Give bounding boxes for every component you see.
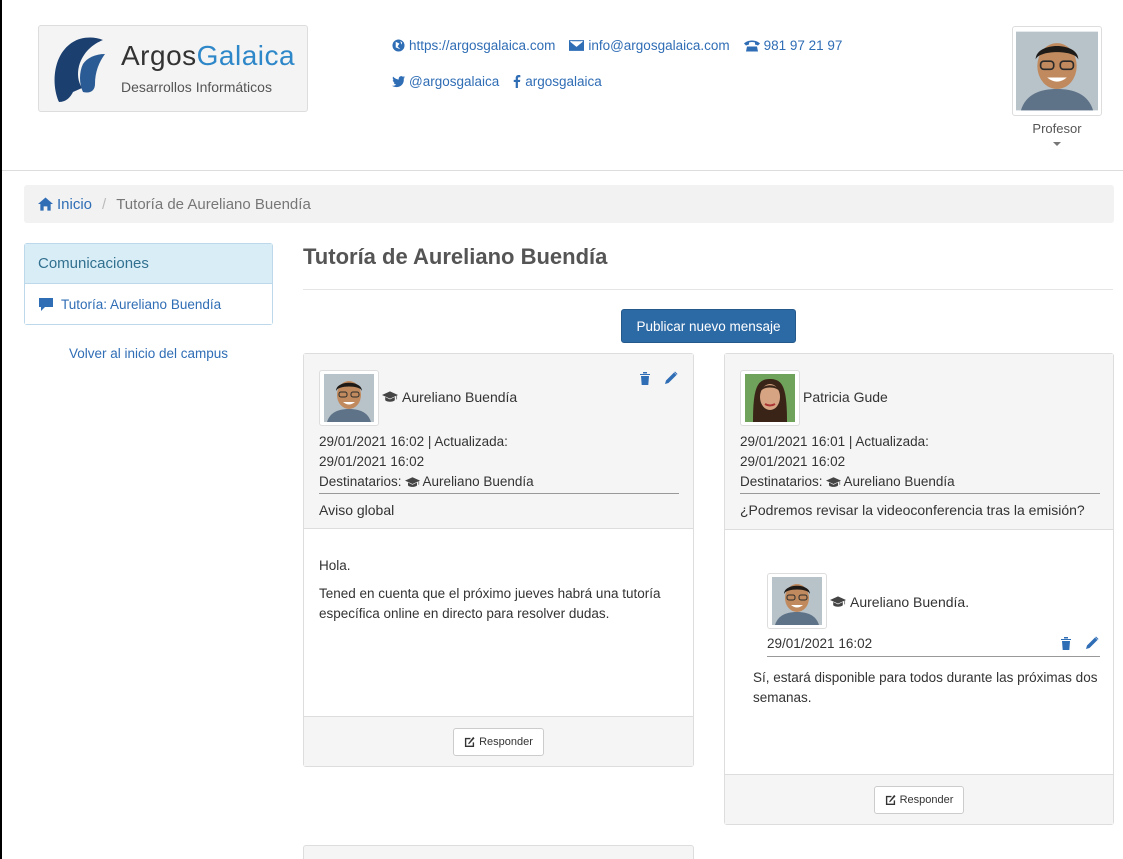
breadcrumb: Inicio / Tutoría de Aureliano Buendía: [24, 185, 1114, 223]
reply-tools: [1059, 636, 1099, 650]
email-link[interactable]: info@argosgalaica.com: [569, 38, 730, 53]
edit-square-icon: [464, 736, 475, 747]
phone-icon: [743, 40, 760, 51]
sidebar-panel: Comunicaciones Tutoría: Aureliano Buendí…: [24, 243, 273, 325]
message-header: Patricia Gude 29/01/2021 16:01 | Actuali…: [725, 354, 1113, 530]
facebook-icon: [514, 74, 521, 88]
logo-wordmark: ArgosGalaica: [121, 40, 296, 71]
twitter-icon: [392, 75, 405, 87]
message-updated: 29/01/2021 16:02: [319, 454, 425, 469]
page-title: Tutoría de Aureliano Buendía: [303, 244, 608, 269]
graduation-cap-icon: [830, 596, 846, 608]
message-footer: Responder: [304, 716, 693, 766]
chevron-down-icon[interactable]: [1053, 142, 1061, 146]
website-link[interactable]: https://argosgalaica.com: [392, 38, 555, 53]
message-card: Patricia Gude 29/01/2021 16:01 | Actuali…: [724, 353, 1114, 825]
site-header: ArgosGalaica Desarrollos Informáticos ht…: [2, 0, 1123, 171]
title-divider: [303, 289, 1113, 290]
trash-icon[interactable]: [638, 371, 652, 385]
message-tools: [638, 371, 678, 385]
reply-divider: [767, 656, 1100, 657]
facebook-link[interactable]: argosgalaica: [513, 74, 602, 89]
graduation-cap-icon: [382, 391, 398, 403]
message-body: Hola. Tened en cuenta que el próximo jue…: [319, 558, 661, 621]
message-author: Aureliano Buendía: [382, 389, 517, 405]
message-date: 29/01/2021 16:01 | Actualizada:: [740, 434, 929, 449]
message-card-partial: [303, 845, 694, 859]
message-subject: ¿Podremos revisar la videoconferencia tr…: [740, 502, 1085, 518]
author-avatar: [319, 370, 379, 426]
message-footer: Responder: [725, 774, 1113, 824]
message-date: 29/01/2021 16:02 | Actualizada:: [319, 434, 508, 449]
breadcrumb-home-link[interactable]: Inicio: [38, 196, 92, 213]
reply-date: 29/01/2021 16:02: [767, 636, 873, 651]
reply-button[interactable]: Responder: [873, 785, 965, 814]
user-avatar: [1012, 26, 1102, 116]
breadcrumb-separator: /: [102, 195, 107, 213]
publish-message-button[interactable]: Publicar nuevo mensaje: [621, 309, 796, 343]
message-meta: 29/01/2021 16:02 | Actualizada: 29/01/20…: [319, 432, 534, 492]
message-updated: 29/01/2021 16:02: [740, 454, 846, 469]
trash-icon[interactable]: [1059, 636, 1073, 650]
reply-author: Aureliano Buendía.: [830, 594, 969, 610]
logo-tagline: Desarrollos Informáticos: [121, 79, 272, 95]
spartan-helmet-icon: [54, 37, 105, 102]
home-icon: [38, 197, 53, 211]
message-subject: Aviso global: [319, 502, 395, 518]
comment-icon: [39, 297, 53, 311]
envelope-icon: [569, 39, 585, 51]
twitter-link[interactable]: @argosgalaica: [392, 74, 499, 89]
company-logo[interactable]: ArgosGalaica Desarrollos Informáticos: [38, 25, 308, 112]
user-role: Profesor: [1032, 121, 1082, 136]
pencil-icon[interactable]: [1085, 636, 1099, 650]
author-avatar: [740, 370, 800, 426]
message-card: Aureliano Buendía 29/01/2021 16:02 | Act…: [303, 353, 694, 767]
contact-info: https://argosgalaica.com info@argosgalai…: [392, 34, 842, 106]
message-header: Aureliano Buendía 29/01/2021 16:02 | Act…: [304, 354, 693, 529]
graduation-cap-icon: [405, 477, 420, 488]
subject-divider: [740, 493, 1100, 494]
message-author: Patricia Gude: [803, 389, 888, 405]
reply-body: Sí, estará disponible para todos durante…: [753, 670, 1098, 705]
phone-link[interactable]: 981 97 21 97: [743, 38, 842, 53]
subject-divider: [319, 493, 679, 494]
globe-icon: [392, 38, 405, 52]
sidebar-heading: Comunicaciones: [25, 244, 272, 284]
message-meta: 29/01/2021 16:01 | Actualizada: 29/01/20…: [740, 432, 955, 492]
sidebar-item-tutoria[interactable]: Tutoría: Aureliano Buendía: [25, 284, 272, 324]
user-photo: [1016, 30, 1098, 112]
edit-square-icon: [885, 794, 896, 805]
message-recipients: Destinatarios: Aureliano Buendía: [740, 474, 955, 489]
reply-button[interactable]: Responder: [453, 727, 544, 756]
message-recipients: Destinatarios: Aureliano Buendía: [319, 474, 534, 489]
breadcrumb-current: Tutoría de Aureliano Buendía: [116, 195, 311, 213]
user-profile-menu[interactable]: Profesor: [1012, 26, 1102, 146]
back-to-campus-link[interactable]: Volver al inicio del campus: [24, 346, 273, 361]
graduation-cap-icon: [826, 477, 841, 488]
reply-author-avatar: [767, 573, 827, 629]
pencil-icon[interactable]: [664, 371, 678, 385]
